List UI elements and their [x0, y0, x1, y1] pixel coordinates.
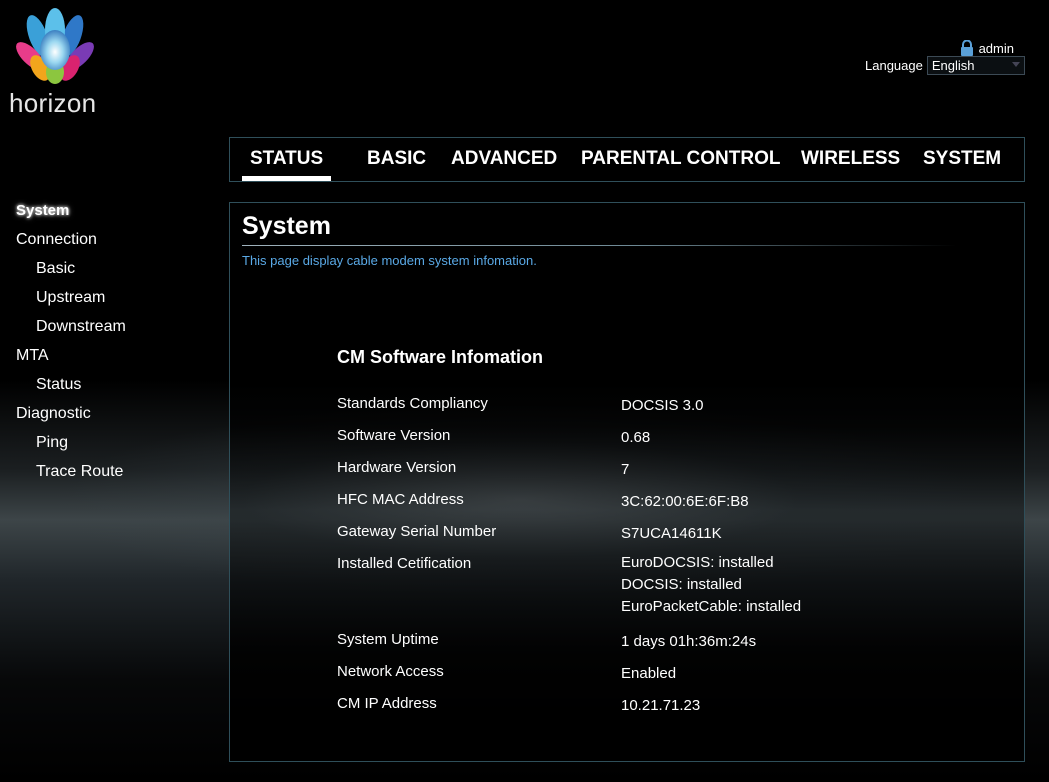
language-label: Language	[865, 58, 923, 73]
cert-europacketcable: EuroPacketCable: installed	[621, 598, 802, 615]
logo-text: horizon	[9, 88, 97, 118]
user-area: admin	[960, 39, 1014, 56]
info-label: HFC MAC Address	[337, 491, 464, 508]
info-value: 10.21.71.23	[621, 697, 701, 714]
lock-icon	[960, 39, 974, 56]
info-label: Gateway Serial Number	[337, 523, 497, 540]
info-value: 7	[621, 461, 630, 478]
title-divider	[242, 245, 957, 246]
sidebar-item-trace-route[interactable]: Trace Route	[36, 463, 123, 481]
info-label: System Uptime	[337, 631, 439, 648]
nav-status[interactable]: STATUS	[241, 148, 332, 181]
info-label: CM IP Address	[337, 695, 437, 712]
info-value: EuroDOCSIS: installed DOCSIS: installed …	[621, 552, 801, 618]
info-value: 0.68	[621, 429, 651, 446]
info-value: 3C:62:00:6E:6F:B8	[621, 493, 749, 510]
nav-system[interactable]: SYSTEM	[923, 148, 1001, 170]
horizon-logo-icon	[16, 8, 94, 84]
section-title: CM Software Infomation	[337, 347, 543, 367]
nav-basic[interactable]: BASIC	[367, 148, 426, 170]
cert-docsis: DOCSIS: installed	[621, 576, 742, 593]
page-description: This page display cable modem system inf…	[242, 253, 537, 268]
page-title: System	[242, 212, 331, 240]
language-value: English	[931, 58, 975, 73]
horizon-logo: horizon	[8, 8, 98, 118]
nav-wireless[interactable]: WIRELESS	[801, 148, 900, 170]
sidebar-item-downstream[interactable]: Downstream	[36, 318, 126, 336]
sidebar-item-mta-status[interactable]: Status	[36, 376, 81, 394]
nav-parental-control[interactable]: PARENTAL CONTROL	[581, 148, 781, 170]
nav-advanced[interactable]: ADVANCED	[451, 148, 557, 170]
sidebar-item-upstream[interactable]: Upstream	[36, 289, 105, 307]
info-label: Standards Compliancy	[337, 395, 488, 412]
info-label: Network Access	[337, 663, 444, 680]
username: admin	[978, 40, 1014, 56]
info-value: DOCSIS 3.0	[621, 397, 704, 414]
language-select[interactable]: English	[926, 56, 1025, 75]
chevron-down-icon	[1011, 62, 1020, 67]
content-panel: System This page display cable modem sys…	[229, 202, 1025, 762]
info-value: Enabled	[621, 665, 677, 682]
sidebar-item-system[interactable]: System	[16, 202, 69, 219]
main-nav: STATUS BASIC ADVANCED PARENTAL CONTROL W…	[229, 137, 1025, 182]
sidebar-item-basic[interactable]: Basic	[36, 260, 75, 278]
cert-eurodocsis: EuroDOCSIS: installed	[621, 554, 774, 571]
language-selector-area: Language English	[865, 56, 1025, 75]
sidebar-item-mta[interactable]: MTA	[16, 347, 49, 365]
info-value: S7UCA14611K	[621, 525, 722, 542]
sidebar-item-diagnostic[interactable]: Diagnostic	[16, 405, 91, 423]
info-label: Hardware Version	[337, 459, 457, 476]
info-label: Software Version	[337, 427, 451, 444]
info-value: 1 days 01h:36m:24s	[621, 633, 757, 650]
info-label: Installed Cetification	[337, 555, 472, 572]
sidebar-item-ping[interactable]: Ping	[36, 434, 68, 452]
sidebar-item-connection[interactable]: Connection	[16, 231, 97, 249]
